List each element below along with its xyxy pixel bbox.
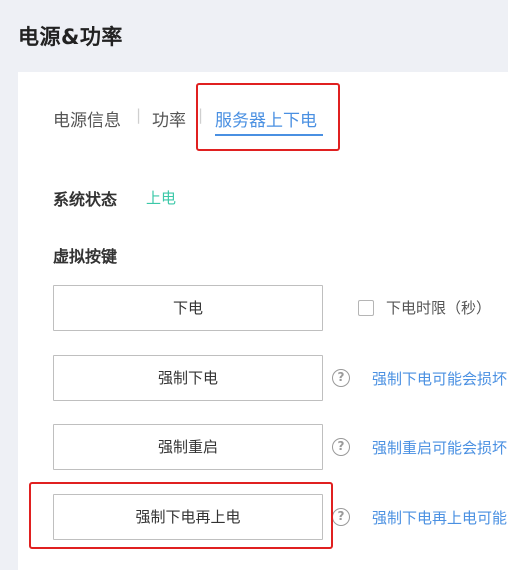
virtual-keys-label: 虚拟按键: [53, 247, 118, 266]
force-power-off-button[interactable]: 强制下电: [53, 355, 323, 401]
force-restart-button[interactable]: 强制重启: [53, 424, 323, 470]
highlight-box: [29, 482, 333, 549]
help-icon[interactable]: ?: [332, 508, 350, 526]
help-icon[interactable]: ?: [332, 438, 350, 456]
power-off-timeout-label: 下电时限（秒）: [386, 299, 492, 317]
system-status-value: 上电: [146, 189, 177, 207]
power-off-timeout-checkbox[interactable]: [358, 300, 374, 316]
force-power-cycle-warning: 强制下电再上电可能: [372, 509, 508, 527]
force-restart-warning: 强制重启可能会损坏: [372, 439, 508, 457]
tab-power[interactable]: 功率: [152, 106, 186, 131]
tab-power-info[interactable]: 电源信息: [53, 106, 121, 131]
power-off-button[interactable]: 下电: [53, 285, 323, 331]
tab-separator: |: [136, 106, 142, 124]
highlight-box: [196, 83, 340, 151]
help-icon[interactable]: ?: [332, 369, 350, 387]
force-power-off-warning: 强制下电可能会损坏: [372, 370, 508, 388]
system-status-label: 系统状态: [53, 190, 118, 209]
page-title: 电源&功率: [18, 25, 123, 49]
